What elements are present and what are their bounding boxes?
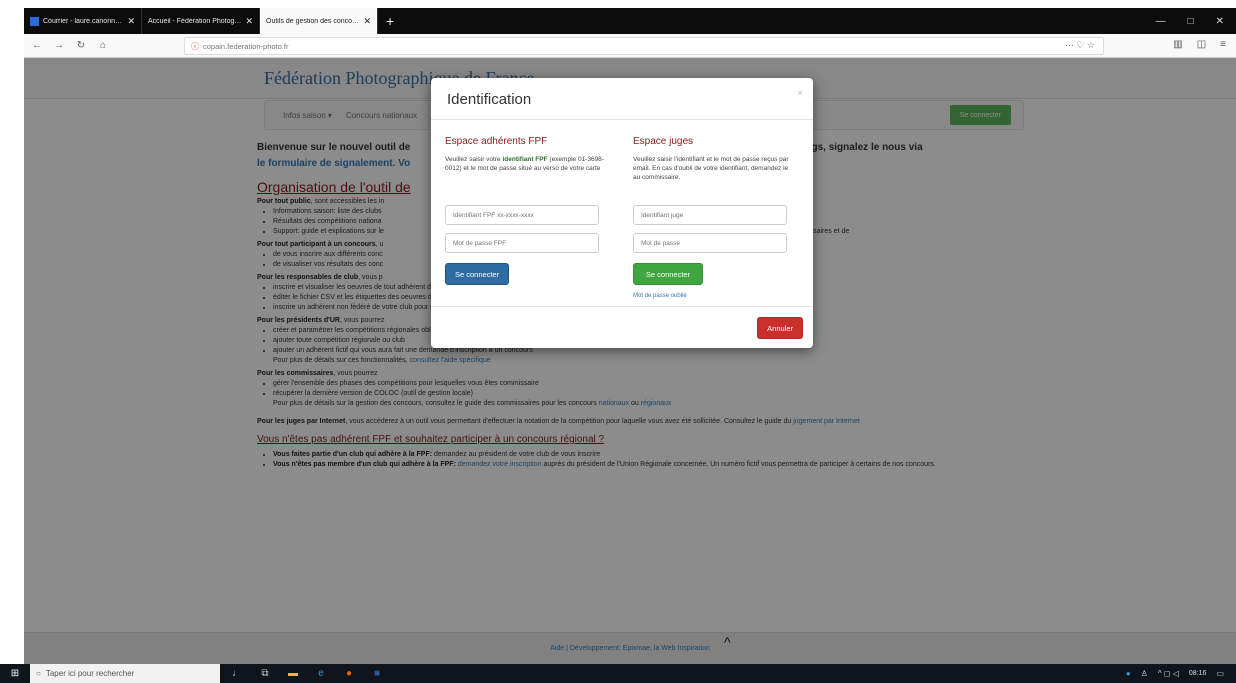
- outlook-icon: [30, 16, 39, 26]
- clock[interactable]: 08:16: [1189, 670, 1207, 678]
- fpf-login-section: Espace adhérents FPF Veuillez saisir vot…: [445, 136, 607, 285]
- people-icon[interactable]: ♙: [1141, 669, 1148, 678]
- tab-mail[interactable]: Courrier - laure.canonne@dhr ✕: [24, 8, 142, 34]
- fpf-desc-before: Veuillez saisir votre: [445, 156, 501, 163]
- fpf-heading: Espace adhérents FPF: [445, 136, 548, 147]
- judge-login-button[interactable]: Se connecter: [633, 263, 703, 285]
- judges-description: Veuillez saisir l'identifiant et le mot …: [633, 156, 789, 181]
- page-actions-icon[interactable]: ··· ♡ ☆: [1065, 40, 1095, 51]
- back-icon[interactable]: ←: [28, 40, 46, 51]
- forgot-password-link[interactable]: Mot de passe oublié: [633, 293, 795, 299]
- fpf-desc-bold: identifiant FPF: [502, 156, 548, 163]
- close-icon[interactable]: ×: [797, 88, 803, 99]
- word-icon[interactable]: ■: [366, 668, 388, 679]
- judges-login-section: Espace juges Veuillez saisir l'identifia…: [633, 136, 795, 299]
- taskbar-search-placeholder: Taper ici pour rechercher: [45, 669, 135, 678]
- tray-icons[interactable]: ^ ◻ ◁: [1158, 669, 1179, 678]
- identification-modal: Identification × Espace adhérents FPF Ve…: [431, 78, 813, 348]
- judges-heading: Espace juges: [633, 136, 694, 147]
- edge-icon[interactable]: e: [310, 668, 332, 679]
- system-tray: ● ♙ ^ ◻ ◁ 08:16 ▭: [1126, 669, 1236, 678]
- tab-label: Outils de gestion des concours de l: [266, 17, 360, 25]
- info-icon[interactable]: ⓘ: [191, 41, 199, 52]
- library-icon[interactable]: ▥: [1173, 39, 1182, 50]
- screen-left-margin: [0, 0, 24, 664]
- forward-icon[interactable]: →: [50, 40, 68, 51]
- search-icon: ○: [36, 669, 41, 678]
- close-tab-icon[interactable]: ✕: [363, 16, 371, 27]
- modal-title: Identification: [447, 91, 532, 108]
- modal-footer: Annuler: [431, 306, 813, 348]
- new-tab-icon[interactable]: +: [378, 13, 402, 29]
- task-view-icon[interactable]: ⧉: [254, 668, 276, 679]
- windows-start-icon[interactable]: ⊞: [0, 664, 30, 683]
- minimize-icon[interactable]: —: [1156, 16, 1166, 27]
- menu-icon[interactable]: ≡: [1220, 39, 1226, 50]
- modal-header: Identification ×: [431, 78, 813, 120]
- browser-tab-bar: Courrier - laure.canonne@dhr ✕ Accueil -…: [24, 8, 1236, 34]
- close-tab-icon[interactable]: ✕: [127, 16, 135, 27]
- judge-id-input[interactable]: [633, 205, 787, 225]
- microphone-icon[interactable]: ♩: [226, 668, 248, 679]
- tab-label: Courrier - laure.canonne@dhr: [43, 17, 123, 25]
- fpf-description: Veuillez saisir votre identifiant FPF (e…: [445, 155, 607, 197]
- app-tray-icon[interactable]: ●: [1126, 669, 1131, 678]
- notification-icon[interactable]: ▭: [1216, 669, 1224, 678]
- cancel-button[interactable]: Annuler: [757, 317, 803, 339]
- url-text: copain.federation-photo.fr: [203, 41, 289, 51]
- maximize-icon[interactable]: □: [1188, 16, 1194, 27]
- sidebar-icon[interactable]: ◫: [1197, 39, 1206, 50]
- windows-taskbar: ⊞ ○ Taper ici pour rechercher ♩ ⧉ ▬ e ● …: [0, 664, 1236, 683]
- home-icon[interactable]: ⌂: [94, 40, 112, 51]
- fpf-login-button[interactable]: Se connecter: [445, 263, 510, 285]
- url-bar[interactable]: ⓘ copain.federation-photo.fr ··· ♡ ☆: [184, 37, 1104, 55]
- judge-password-input[interactable]: [633, 233, 787, 253]
- fpf-id-input[interactable]: [445, 205, 599, 225]
- screen: Courrier - laure.canonne@dhr ✕ Accueil -…: [0, 0, 1236, 683]
- browser-nav-bar: ← → ↻ ⌂ ⓘ copain.federation-photo.fr ···…: [24, 34, 1236, 58]
- tab-label: Accueil - Fédération Photographiq: [148, 17, 241, 25]
- taskbar-search[interactable]: ○ Taper ici pour rechercher: [30, 664, 220, 683]
- tab-accueil[interactable]: Accueil - Fédération Photographiq ✕: [142, 8, 260, 34]
- tab-outils[interactable]: Outils de gestion des concours de l ✕: [260, 8, 378, 34]
- fpf-password-input[interactable]: [445, 233, 599, 253]
- close-window-icon[interactable]: ✕: [1216, 16, 1224, 27]
- firefox-icon[interactable]: ●: [338, 668, 360, 679]
- reload-icon[interactable]: ↻: [72, 40, 90, 51]
- close-tab-icon[interactable]: ✕: [245, 16, 253, 27]
- file-explorer-icon[interactable]: ▬: [282, 668, 304, 679]
